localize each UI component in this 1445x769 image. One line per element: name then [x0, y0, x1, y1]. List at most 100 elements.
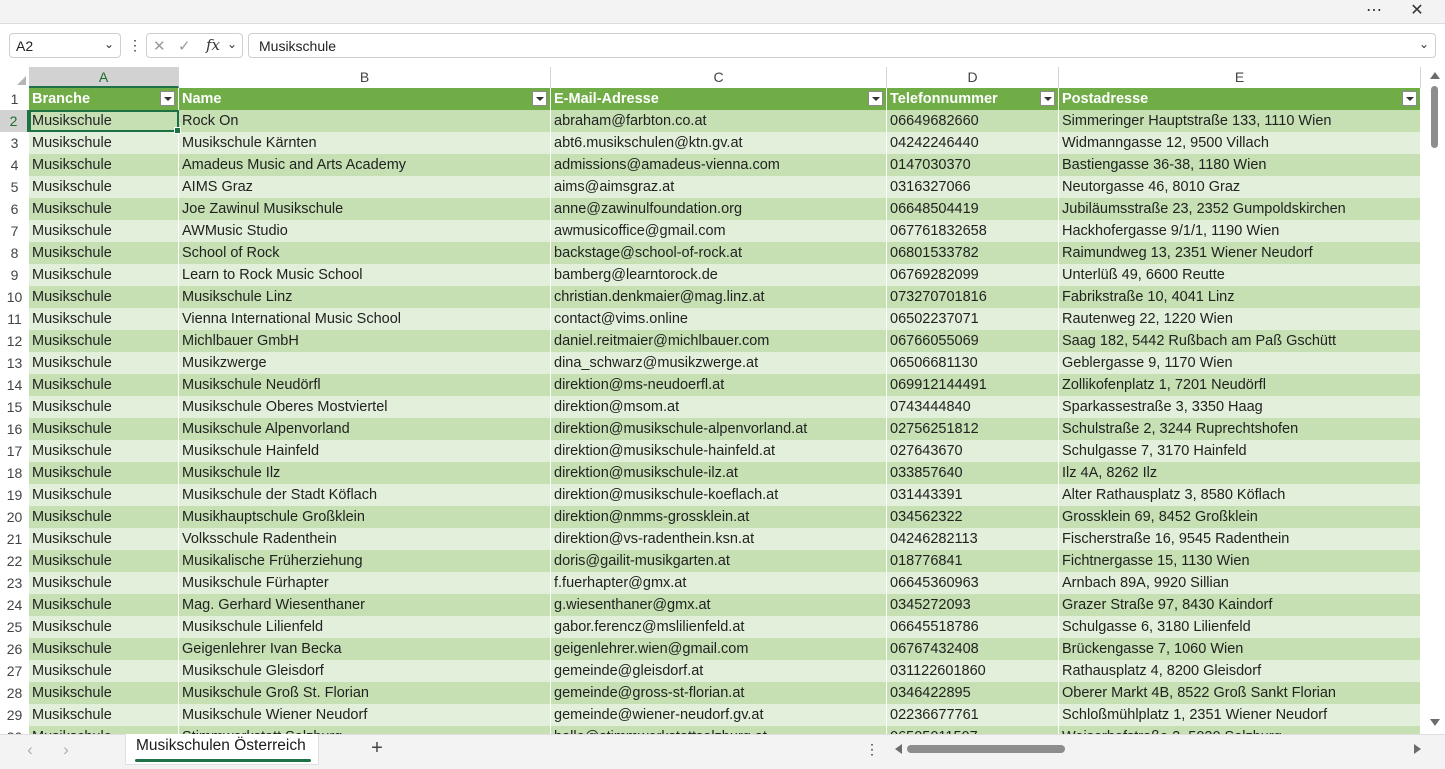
table-cell[interactable]: Oberer Markt 4B, 8522 Groß Sankt Florian: [1059, 682, 1421, 704]
row-header[interactable]: 11: [0, 308, 29, 330]
table-cell[interactable]: gemeinde@gleisdorf.at: [551, 660, 887, 682]
row-header[interactable]: 20: [0, 506, 29, 528]
table-cell[interactable]: Schloßmühlplatz 1, 2351 Wiener Neudorf: [1059, 704, 1421, 726]
table-cell[interactable]: 06648504419: [887, 198, 1059, 220]
table-cell[interactable]: Musikschule Groß St. Florian: [179, 682, 551, 704]
chevron-down-icon[interactable]: ⌄: [104, 37, 114, 51]
table-cell[interactable]: direktion@musikschule-ilz.at: [551, 462, 887, 484]
table-cell[interactable]: gemeinde@gross-st-florian.at: [551, 682, 887, 704]
table-cell[interactable]: 033857640: [887, 462, 1059, 484]
kebab-icon[interactable]: ⋮: [865, 741, 879, 758]
table-cell[interactable]: Bastiengasse 36-38, 1180 Wien: [1059, 154, 1421, 176]
table-cell[interactable]: Musikschule Lilienfeld: [179, 616, 551, 638]
table-cell[interactable]: daniel.reitmaier@michlbauer.com: [551, 330, 887, 352]
table-cell[interactable]: Musikhauptschule Großklein: [179, 506, 551, 528]
column-header[interactable]: E: [1059, 67, 1421, 88]
table-cell[interactable]: Musikschule: [29, 704, 179, 726]
scroll-up-icon[interactable]: [1430, 72, 1440, 79]
table-cell[interactable]: direktion@musikschule-alpenvorland.at: [551, 418, 887, 440]
table-cell[interactable]: Mag. Gerhard Wiesenthaner: [179, 594, 551, 616]
table-cell[interactable]: Geigenlehrer Ivan Becka: [179, 638, 551, 660]
table-cell[interactable]: bamberg@learntorock.de: [551, 264, 887, 286]
function-icon[interactable]: fx: [206, 36, 220, 54]
table-cell[interactable]: awmusicoffice@gmail.com: [551, 220, 887, 242]
table-cell[interactable]: Schulgasse 7, 3170 Hainfeld: [1059, 440, 1421, 462]
table-cell[interactable]: Musikschule Neudörfl: [179, 374, 551, 396]
scroll-left-icon[interactable]: [895, 744, 902, 754]
table-cell[interactable]: 018776841: [887, 550, 1059, 572]
row-header[interactable]: 19: [0, 484, 29, 506]
row-header[interactable]: 6: [0, 198, 29, 220]
column-header[interactable]: A: [29, 67, 179, 88]
table-cell[interactable]: 06645518786: [887, 616, 1059, 638]
active-cell-selection[interactable]: [29, 110, 181, 134]
vertical-scroll-thumb[interactable]: [1431, 86, 1438, 148]
table-cell[interactable]: Joe Zawinul Musikschule: [179, 198, 551, 220]
table-cell[interactable]: Musikschule: [29, 462, 179, 484]
row-header[interactable]: 25: [0, 616, 29, 638]
kebab-icon[interactable]: ⋮: [128, 37, 142, 54]
table-cell[interactable]: Musikschule: [29, 660, 179, 682]
table-cell[interactable]: Unterlüß 49, 6600 Reutte: [1059, 264, 1421, 286]
table-cell[interactable]: 04242246440: [887, 132, 1059, 154]
cancel-icon[interactable]: ✕: [153, 37, 166, 55]
next-sheet-icon[interactable]: ›: [56, 740, 76, 760]
table-cell[interactable]: abt6.musikschulen@ktn.gv.at: [551, 132, 887, 154]
table-cell[interactable]: geigenlehrer.wien@gmail.com: [551, 638, 887, 660]
table-cell[interactable]: 06769282099: [887, 264, 1059, 286]
table-cell[interactable]: Musikschule: [29, 396, 179, 418]
table-cell[interactable]: Schulstraße 2, 3244 Ruprechtshofen: [1059, 418, 1421, 440]
table-cell[interactable]: Musikschule: [29, 374, 179, 396]
table-cell[interactable]: 06649682660: [887, 110, 1059, 132]
table-cell[interactable]: Jubiläumsstraße 23, 2352 Gumpoldskirchen: [1059, 198, 1421, 220]
row-header[interactable]: 13: [0, 352, 29, 374]
table-cell[interactable]: Neutorgasse 46, 8010 Graz: [1059, 176, 1421, 198]
table-cell[interactable]: Geblergasse 9, 1170 Wien: [1059, 352, 1421, 374]
table-cell[interactable]: AIMS Graz: [179, 176, 551, 198]
table-cell[interactable]: direktion@vs-radenthein.ksn.at: [551, 528, 887, 550]
table-cell[interactable]: 027643670: [887, 440, 1059, 462]
table-cell[interactable]: Musikschule: [29, 220, 179, 242]
table-cell[interactable]: 031122601860: [887, 660, 1059, 682]
table-cell[interactable]: 02756251812: [887, 418, 1059, 440]
table-cell[interactable]: AWMusic Studio: [179, 220, 551, 242]
check-icon[interactable]: ✓: [178, 37, 191, 55]
table-cell[interactable]: Learn to Rock Music School: [179, 264, 551, 286]
table-cell[interactable]: gemeinde@wiener-neudorf.gv.at: [551, 704, 887, 726]
table-cell[interactable]: Musikschule Kärnten: [179, 132, 551, 154]
table-cell[interactable]: Volksschule Radenthein: [179, 528, 551, 550]
table-cell[interactable]: Musikschule: [29, 330, 179, 352]
filter-dropdown-icon[interactable]: [160, 91, 175, 106]
table-cell[interactable]: Schulgasse 6, 3180 Lilienfeld: [1059, 616, 1421, 638]
row-header[interactable]: 4: [0, 154, 29, 176]
row-header[interactable]: 17: [0, 440, 29, 462]
header-cell[interactable]: Name: [179, 88, 551, 110]
horizontal-scrollbar[interactable]: [893, 742, 1423, 756]
table-cell[interactable]: Musikschule: [29, 440, 179, 462]
sheet-tab-active[interactable]: Musikschulen Österreich: [125, 734, 319, 765]
name-box[interactable]: A2 ⌄: [9, 33, 121, 58]
row-header[interactable]: 1: [0, 88, 29, 110]
table-cell[interactable]: dina_schwarz@musikzwerge.at: [551, 352, 887, 374]
table-cell[interactable]: Musikschule Linz: [179, 286, 551, 308]
table-cell[interactable]: admissions@amadeus-vienna.com: [551, 154, 887, 176]
table-cell[interactable]: Sparkassestraße 3, 3350 Haag: [1059, 396, 1421, 418]
table-cell[interactable]: 06645360963: [887, 572, 1059, 594]
row-header[interactable]: 12: [0, 330, 29, 352]
table-cell[interactable]: Musikschule: [29, 506, 179, 528]
table-cell[interactable]: Musikschule Wiener Neudorf: [179, 704, 551, 726]
table-cell[interactable]: christian.denkmaier@mag.linz.at: [551, 286, 887, 308]
table-cell[interactable]: Fabrikstraße 10, 4041 Linz: [1059, 286, 1421, 308]
formula-input[interactable]: Musikschule ⌄: [248, 33, 1436, 58]
table-cell[interactable]: Musikschule: [29, 132, 179, 154]
column-header[interactable]: C: [551, 67, 887, 88]
table-cell[interactable]: abraham@farbton.co.at: [551, 110, 887, 132]
more-options-icon[interactable]: ⋯: [1359, 0, 1389, 23]
table-cell[interactable]: Musikschule: [29, 484, 179, 506]
table-cell[interactable]: Widmanngasse 12, 9500 Villach: [1059, 132, 1421, 154]
table-cell[interactable]: Rock On: [179, 110, 551, 132]
table-cell[interactable]: Musikschule Oberes Mostviertel: [179, 396, 551, 418]
table-cell[interactable]: Simmeringer Hauptstraße 133, 1110 Wien: [1059, 110, 1421, 132]
table-cell[interactable]: Musikschule: [29, 572, 179, 594]
table-cell[interactable]: direktion@nmms-grossklein.at: [551, 506, 887, 528]
